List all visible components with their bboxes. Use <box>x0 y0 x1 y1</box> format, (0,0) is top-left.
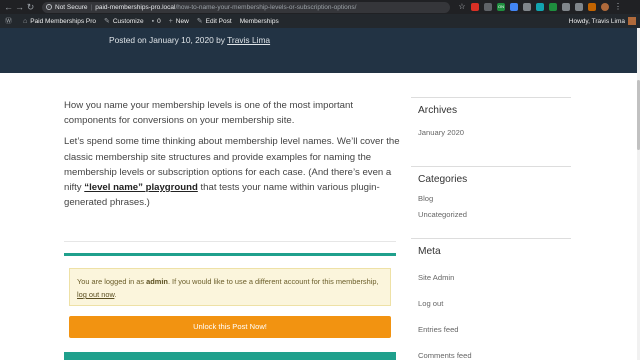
post-header: Posted on January 10, 2020 by Travis Lim… <box>0 28 637 73</box>
plus-icon: + <box>168 17 173 25</box>
category-link-blog[interactable]: Blog <box>418 191 571 207</box>
admin-bar-site-name[interactable]: ⌂ Paid Memberships Pro <box>19 14 100 28</box>
reload-icon[interactable]: ↻ <box>25 0 36 14</box>
extension-green-icon[interactable] <box>549 3 557 11</box>
admin-bar-comments[interactable]: ▪ 0 <box>148 14 165 28</box>
meta-title: Meta <box>411 238 571 263</box>
admin-bar-customize[interactable]: ✎ Customize <box>100 14 148 28</box>
category-link-uncategorized[interactable]: Uncategorized <box>418 207 571 223</box>
extensions-bar: ☆ ON ⋮ <box>458 3 622 11</box>
post-meta: Posted on January 10, 2020 by Travis Lim… <box>109 35 270 45</box>
howdy-text: Howdy, Travis Lima <box>568 17 625 25</box>
archives-title: Archives <box>411 97 571 122</box>
log-out-now-link[interactable]: log out now <box>77 290 114 299</box>
bookmark-star-icon[interactable]: ☆ <box>458 3 466 11</box>
extension-on-icon[interactable]: ON <box>497 3 505 11</box>
back-icon[interactable]: ← <box>3 0 14 14</box>
categories-list: Blog Uncategorized <box>411 191 571 223</box>
meta-link-log-out[interactable]: Log out <box>418 291 571 317</box>
wordpress-logo-icon[interactable]: Ⓦ <box>0 14 19 28</box>
paragraph-body: Let’s spend some time thinking about mem… <box>64 136 400 209</box>
pencil-icon: ✎ <box>196 18 203 25</box>
home-icon: ⌂ <box>23 17 28 25</box>
address-bar[interactable]: i Not Secure | paid-memberships-pro.loca… <box>42 1 450 13</box>
extension-grey-icon[interactable] <box>484 3 492 11</box>
extension-orange-icon[interactable] <box>588 3 596 11</box>
meta-widget: Meta Site Admin Log out Entries feed Com… <box>411 238 571 360</box>
url-domain: paid-memberships-pro.local <box>95 3 176 11</box>
pmpro-box-top-border <box>64 253 396 256</box>
browser-toolbar: ← → ↻ i Not Secure | paid-memberships-pr… <box>0 0 640 14</box>
extension-mail-icon[interactable] <box>575 3 583 11</box>
post-content: How you name your membership levels is o… <box>64 98 404 216</box>
categories-widget: Categories Blog Uncategorized <box>411 166 571 223</box>
pmpro-box-bottom-border <box>64 352 396 360</box>
admin-bar-edit-post[interactable]: ✎ Edit Post <box>193 14 236 28</box>
brush-icon: ✎ <box>103 18 110 25</box>
archives-widget: Archives January 2020 <box>411 97 571 141</box>
meta-link-site-admin[interactable]: Site Admin <box>418 265 571 291</box>
wp-admin-bar: Ⓦ ⌂ Paid Memberships Pro ✎ Customize ▪ 0 + N… <box>0 14 640 28</box>
content-divider <box>64 241 396 242</box>
admin-bar-account[interactable]: Howdy, Travis Lima <box>569 17 640 25</box>
separator: | <box>90 3 93 11</box>
logged-in-notice: You are logged in as admin. If you would… <box>69 268 391 306</box>
extension-puzzle-icon[interactable] <box>562 3 570 11</box>
meta-link-entries-feed[interactable]: Entries feed <box>418 317 571 343</box>
extension-blue-icon[interactable] <box>510 3 518 11</box>
meta-link-comments-feed[interactable]: Comments feed <box>418 343 571 360</box>
admin-bar-new[interactable]: + New <box>165 14 193 28</box>
level-name-playground-link[interactable]: “level name” playground <box>84 182 198 193</box>
categories-title: Categories <box>411 166 571 191</box>
profile-avatar-icon[interactable] <box>601 3 609 11</box>
extension-teal-icon[interactable] <box>536 3 544 11</box>
posted-on-text: Posted on January 10, 2020 by <box>109 35 228 45</box>
url-path: /how-to-name-your-membership-levels-or-s… <box>175 3 357 11</box>
browser-menu-icon[interactable]: ⋮ <box>614 3 622 11</box>
security-label: Not Secure <box>55 3 88 11</box>
extension-camera-icon[interactable] <box>523 3 531 11</box>
archive-link-january-2020[interactable]: January 2020 <box>418 125 571 141</box>
comment-icon: ▪ <box>151 17 155 25</box>
extension-red-icon[interactable] <box>471 3 479 11</box>
author-link[interactable]: Travis Lima <box>227 35 270 45</box>
notice-username: admin <box>146 277 168 286</box>
info-icon[interactable]: i <box>46 4 52 10</box>
meta-list: Site Admin Log out Entries feed Comments… <box>411 265 571 360</box>
paragraph-intro: How you name your membership levels is o… <box>64 100 354 127</box>
forward-icon[interactable]: → <box>14 0 25 14</box>
admin-bar-memberships[interactable]: Memberships <box>236 14 283 28</box>
unlock-post-button[interactable]: Unlock this Post Now! <box>69 316 391 338</box>
avatar <box>628 17 636 25</box>
archives-list: January 2020 <box>411 125 571 141</box>
